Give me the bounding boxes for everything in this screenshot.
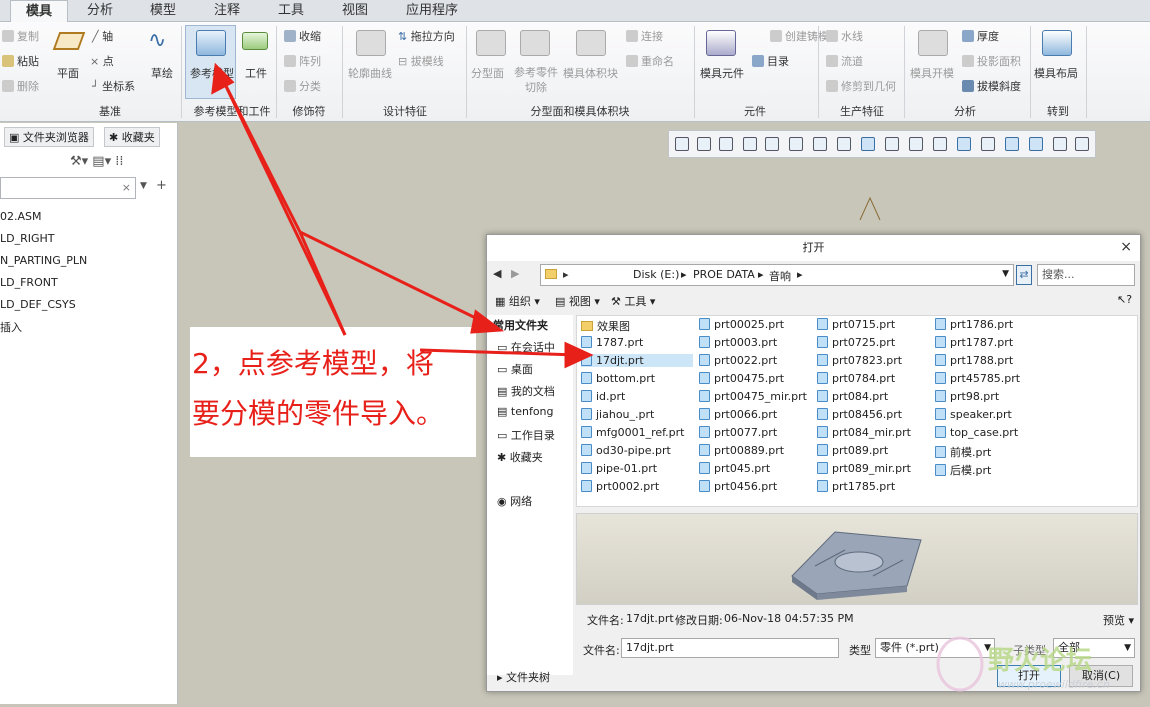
annotation-arrows: [211, 62, 594, 369]
watermark-title: 野火论坛: [988, 646, 1093, 676]
forum-watermark: 野火论坛 www.proewildfire.cn: [880, 628, 1150, 704]
watermark-url: www.proewildfire.cn: [998, 678, 1110, 691]
